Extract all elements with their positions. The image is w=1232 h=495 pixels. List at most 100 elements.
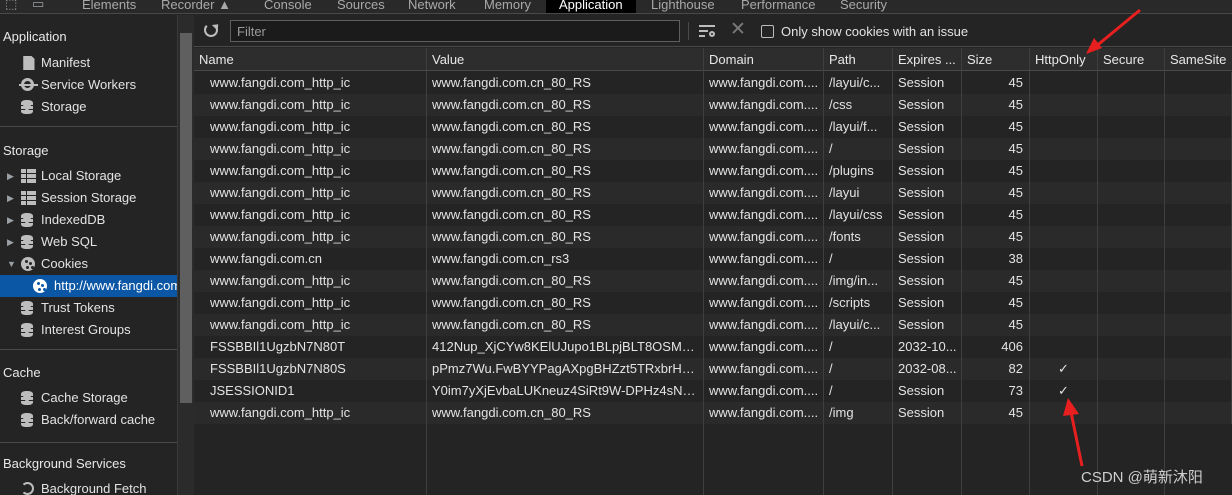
cell-samesite xyxy=(1165,160,1232,182)
sidebar-item-cookies[interactable]: ▼ Cookies xyxy=(0,253,177,275)
tab-sources[interactable]: Sources xyxy=(337,0,385,13)
cell-value: www.fangdi.com.cn_80_RS xyxy=(427,314,704,336)
expand-arrow-icon[interactable]: ▶ xyxy=(7,231,14,253)
cell-expires: 2032-08... xyxy=(893,358,962,380)
column-header-path[interactable]: Path xyxy=(824,48,893,71)
column-divider[interactable] xyxy=(823,48,824,495)
column-divider[interactable] xyxy=(1097,48,1098,495)
cell-path: /layui/c... xyxy=(824,314,893,336)
column-header-httponly[interactable]: HttpOnly xyxy=(1030,48,1098,71)
cell-httponly xyxy=(1030,94,1098,116)
column-divider[interactable] xyxy=(892,48,893,495)
cell-size: 45 xyxy=(962,160,1030,182)
cookie-icon xyxy=(21,257,35,271)
sidebar-item-session-storage[interactable]: ▶ Session Storage xyxy=(0,187,177,209)
cell-samesite xyxy=(1165,116,1232,138)
cell-value: www.fangdi.com.cn_80_RS xyxy=(427,94,704,116)
column-header-secure[interactable]: Secure xyxy=(1098,48,1165,71)
sidebar-scrollbar[interactable] xyxy=(177,15,194,495)
device-toolbar-icon[interactable]: ▭ xyxy=(32,0,44,12)
tab-console[interactable]: Console xyxy=(264,0,312,13)
sidebar-item-indexeddb[interactable]: ▶ IndexedDB xyxy=(0,209,177,231)
column-header-domain[interactable]: Domain xyxy=(704,48,824,71)
tab-lighthouse[interactable]: Lighthouse xyxy=(651,0,715,13)
table-row[interactable]: JSESSIONID1 Y0im7yXjEvbaLUKneuz4SiRt9W-DP… xyxy=(194,380,1232,402)
column-header-samesite[interactable]: SameSite xyxy=(1165,48,1232,71)
scrollbar-thumb[interactable] xyxy=(180,33,192,403)
table-row[interactable]: www.fangdi.com.cn www.fangdi.com.cn_rs3 ww… xyxy=(194,248,1232,270)
column-divider[interactable] xyxy=(1164,48,1165,495)
expand-arrow-icon[interactable]: ▶ xyxy=(7,187,14,209)
table-row[interactable]: www.fangdi.com_http_ic www.fangdi.com.cn_… xyxy=(194,116,1232,138)
sidebar-item-local-storage[interactable]: ▶ Local Storage xyxy=(0,165,177,187)
table-row[interactable]: www.fangdi.com_http_ic www.fangdi.com.cn_… xyxy=(194,94,1232,116)
cell-path: / xyxy=(824,336,893,358)
clear-filtered-cookies-icon[interactable] xyxy=(699,23,715,38)
tab-network[interactable]: Network xyxy=(408,0,456,13)
cell-secure xyxy=(1098,204,1165,226)
sidebar-item-storage[interactable]: Storage xyxy=(0,96,177,118)
tab-elements[interactable]: Elements xyxy=(82,0,136,13)
expand-arrow-icon[interactable]: ▶ xyxy=(7,209,14,231)
tab-memory[interactable]: Memory xyxy=(484,0,531,13)
sidebar-item-cache-storage[interactable]: Cache Storage xyxy=(0,387,177,409)
tab-security[interactable]: Security xyxy=(840,0,887,13)
cell-expires: Session xyxy=(893,94,962,116)
tab-application[interactable]: Application xyxy=(546,0,636,13)
sidebar-item-trust-tokens[interactable]: Trust Tokens xyxy=(0,297,177,319)
table-row[interactable]: www.fangdi.com_http_ic www.fangdi.com.cn_… xyxy=(194,138,1232,160)
sidebar-item-background-fetch[interactable]: Background Fetch xyxy=(0,478,177,495)
table-row[interactable]: FSSBBIl1UgzbN7N80S pPmz7Wu.FwBYYPagAXpgBH… xyxy=(194,358,1232,380)
sidebar-divider xyxy=(0,442,177,443)
column-header-size[interactable]: Size xyxy=(962,48,1030,71)
cell-size: 45 xyxy=(962,314,1030,336)
collapse-arrow-icon[interactable]: ▼ xyxy=(7,253,16,275)
column-divider[interactable] xyxy=(961,48,962,495)
cell-name: FSSBBIl1UgzbN7N80S xyxy=(194,358,427,380)
table-row[interactable]: www.fangdi.com_http_ic www.fangdi.com.cn_… xyxy=(194,182,1232,204)
cell-value: pPmz7Wu.FwBYYPagAXpgBHZzt5TRxbrHXJc... xyxy=(427,358,704,380)
table-row[interactable]: www.fangdi.com_http_ic www.fangdi.com.cn_… xyxy=(194,204,1232,226)
cell-secure xyxy=(1098,160,1165,182)
clear-all-cookies-icon[interactable]: ✕ xyxy=(730,19,746,41)
table-row[interactable]: www.fangdi.com_http_ic www.fangdi.com.cn_… xyxy=(194,270,1232,292)
sidebar-item-cookie-origin[interactable]: http://www.fangdi.com.cn xyxy=(0,275,177,297)
column-header-expires[interactable]: Expires ... xyxy=(893,48,962,71)
inspect-element-icon[interactable]: ⬚ xyxy=(5,0,17,12)
cell-samesite xyxy=(1165,204,1232,226)
cell-domain: www.fangdi.com.... xyxy=(704,204,824,226)
column-divider[interactable] xyxy=(1029,48,1030,495)
table-row[interactable]: www.fangdi.com_http_ic www.fangdi.com.cn_… xyxy=(194,72,1232,94)
sidebar-item-web-sql[interactable]: ▶ Web SQL xyxy=(0,231,177,253)
expand-arrow-icon[interactable]: ▶ xyxy=(7,165,14,187)
cell-samesite xyxy=(1165,336,1232,358)
table-row[interactable]: www.fangdi.com_http_ic www.fangdi.com.cn_… xyxy=(194,402,1232,424)
table-row[interactable]: www.fangdi.com_http_ic www.fangdi.com.cn_… xyxy=(194,160,1232,182)
table-row[interactable]: www.fangdi.com_http_ic www.fangdi.com.cn_… xyxy=(194,292,1232,314)
cell-name: www.fangdi.com_http_ic xyxy=(194,204,427,226)
cell-secure xyxy=(1098,94,1165,116)
cell-expires: Session xyxy=(893,270,962,292)
sidebar-item-manifest[interactable]: Manifest xyxy=(0,52,177,74)
cell-secure xyxy=(1098,248,1165,270)
sidebar-item-interest-groups[interactable]: Interest Groups xyxy=(0,319,177,341)
cell-value: Y0im7yXjEvbaLUKneuz4SiRt9W-DPHz4sN6u... xyxy=(427,380,704,402)
table-row[interactable]: www.fangdi.com_http_ic www.fangdi.com.cn_… xyxy=(194,226,1232,248)
sidebar-item-service-workers[interactable]: Service Workers xyxy=(0,74,177,96)
refresh-icon[interactable] xyxy=(204,23,218,37)
sidebar-item-back-forward-cache[interactable]: Back/forward cache xyxy=(0,409,177,431)
table-row[interactable]: FSSBBIl1UgzbN7N80T 412Nup_XjCYw8KElUJupo1… xyxy=(194,336,1232,358)
column-divider[interactable] xyxy=(426,48,427,495)
filter-input[interactable] xyxy=(230,20,680,42)
column-divider[interactable] xyxy=(703,48,704,495)
cell-expires: Session xyxy=(893,160,962,182)
application-sidebar: Application Manifest Service Workers Sto… xyxy=(0,15,177,495)
column-header-value[interactable]: Value xyxy=(427,48,704,71)
devtools-tab-bar: ⬚ ▭ Elements Recorder ▲ Console Sources … xyxy=(0,0,1232,14)
only-issues-checkbox[interactable] xyxy=(761,25,774,38)
column-header-name[interactable]: Name xyxy=(194,48,427,71)
tab-recorder[interactable]: Recorder ▲ xyxy=(161,0,231,13)
tab-performance[interactable]: Performance xyxy=(741,0,815,13)
table-row[interactable]: www.fangdi.com_http_ic www.fangdi.com.cn_… xyxy=(194,314,1232,336)
only-issues-label: Only show cookies with an issue xyxy=(781,24,969,39)
